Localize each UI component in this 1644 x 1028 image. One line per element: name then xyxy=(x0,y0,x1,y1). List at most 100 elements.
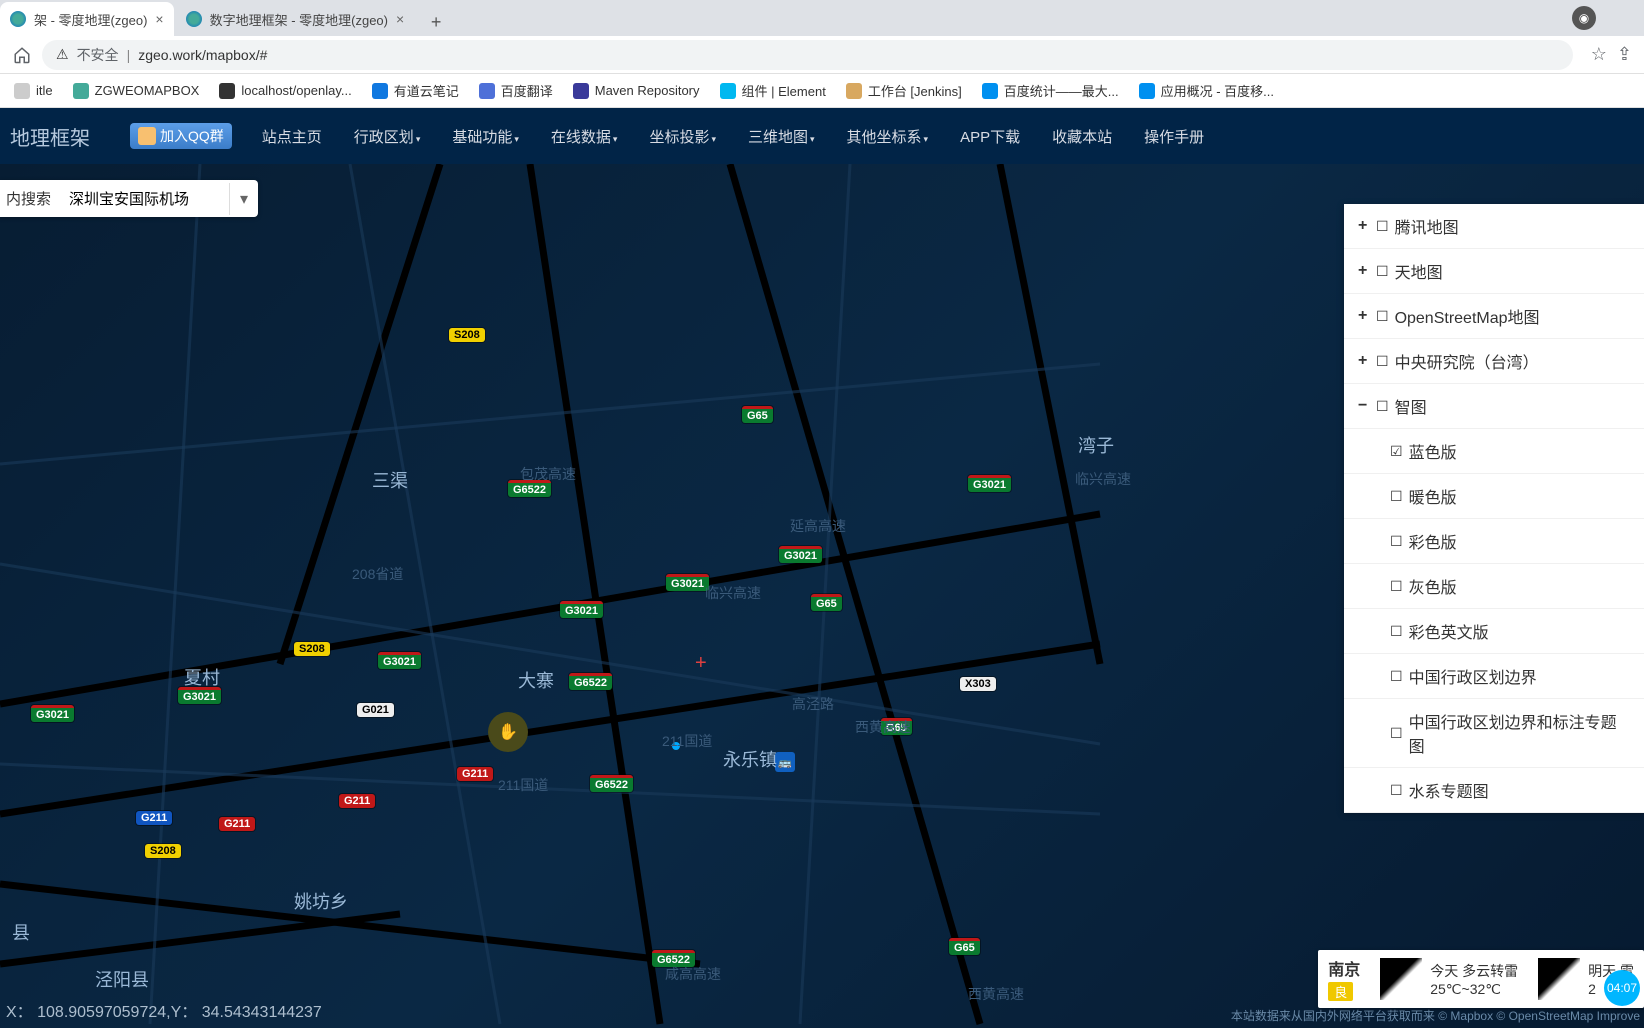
layer-group[interactable]: +☐OpenStreetMap地图 xyxy=(1344,294,1644,339)
brand-text: 地理框架 xyxy=(10,122,90,151)
checkbox-icon[interactable]: ☐ xyxy=(1376,353,1389,370)
map-canvas[interactable]: ✋ + 🚌 S208G65G6522G3021G3021G3021G3021S2… xyxy=(0,164,1644,1028)
layer-option[interactable]: ☐中国行政区划边界和标注专题图 xyxy=(1344,699,1644,768)
checkbox-icon[interactable]: ☐ xyxy=(1390,578,1403,595)
home-icon[interactable] xyxy=(12,45,32,65)
town-label: 泾阳县 xyxy=(95,966,149,992)
bookmark-item[interactable]: 应用概况 - 百度移... xyxy=(1131,77,1282,104)
road-label: 高泾路 xyxy=(792,694,834,714)
nav-三维地图[interactable]: 三维地图▾ xyxy=(748,126,815,147)
new-tab-button[interactable]: + xyxy=(422,8,450,36)
transit-icon: 🚌 xyxy=(775,752,795,772)
nav-其他坐标系[interactable]: 其他坐标系▾ xyxy=(847,126,929,147)
search-input[interactable] xyxy=(59,182,229,215)
nav-基础功能[interactable]: 基础功能▾ xyxy=(452,126,519,147)
bookmark-icon xyxy=(720,83,736,99)
layer-group[interactable]: +☐腾讯地图 xyxy=(1344,204,1644,249)
layer-panel[interactable]: +☐腾讯地图+☐天地图+☐OpenStreetMap地图+☐中央研究院（台湾）−… xyxy=(1344,204,1644,813)
bookmark-item[interactable]: Maven Repository xyxy=(565,79,708,103)
join-qq-button[interactable]: 加入QQ群 xyxy=(130,123,232,149)
chevron-down-icon: ▾ xyxy=(416,134,421,144)
plus-icon[interactable]: + xyxy=(1358,217,1370,235)
highway-shield: G65 xyxy=(811,594,842,611)
weather-widget[interactable]: 南京 良 今天 多云转雷 25℃~32℃ 明天 雷 2 04:07 xyxy=(1318,950,1644,1008)
close-icon[interactable]: × xyxy=(396,11,404,27)
security-text: 不安全 xyxy=(77,45,119,65)
bookmark-item[interactable]: 百度统计——最大... xyxy=(974,77,1127,104)
checkbox-icon[interactable]: ☑ xyxy=(1390,443,1403,460)
bookmark-icon xyxy=(479,83,495,99)
minus-icon[interactable]: − xyxy=(1358,397,1370,415)
plus-icon[interactable]: + xyxy=(1358,307,1370,325)
tab-1[interactable]: 架 - 零度地理(zgeo) × xyxy=(0,2,174,36)
layer-option[interactable]: ☑蓝色版 xyxy=(1344,429,1644,474)
highway-shield: G65 xyxy=(742,406,773,423)
bookmark-item[interactable]: localhost/openlay... xyxy=(211,79,359,103)
highway-shield: G6522 xyxy=(590,775,633,792)
bookmark-item[interactable]: 百度翻译 xyxy=(471,77,561,104)
bookmark-icon xyxy=(219,83,235,99)
layer-option[interactable]: ☐彩色版 xyxy=(1344,519,1644,564)
nav-收藏本站[interactable]: 收藏本站 xyxy=(1052,126,1112,147)
nav-APP下载[interactable]: APP下载 xyxy=(960,126,1020,147)
checkbox-icon[interactable]: ☐ xyxy=(1376,218,1389,235)
bookmark-icon xyxy=(1139,83,1155,99)
layer-group[interactable]: +☐天地图 xyxy=(1344,249,1644,294)
town-label: 大寨 xyxy=(518,667,554,693)
nav-在线数据[interactable]: 在线数据▾ xyxy=(551,126,618,147)
url-bar: ⚠ 不安全 | zgeo.work/mapbox/# ☆ ⇪ xyxy=(0,36,1644,74)
checkbox-icon[interactable]: ☐ xyxy=(1390,533,1403,550)
bookmark-item[interactable]: ZGWEOMAPBOX xyxy=(65,79,208,103)
share-icon[interactable]: ⇪ xyxy=(1617,44,1632,65)
layer-group[interactable]: +☐中央研究院（台湾） xyxy=(1344,339,1644,384)
bookmarks-bar: itleZGWEOMAPBOXlocalhost/openlay...有道云笔记… xyxy=(0,74,1644,108)
highway-shield: X303 xyxy=(960,677,996,691)
bookmark-item[interactable]: 有道云笔记 xyxy=(364,77,467,104)
close-icon[interactable]: × xyxy=(155,11,163,27)
highway-shield: G3021 xyxy=(779,546,822,563)
search-box: 内搜索 ▾ xyxy=(0,180,258,217)
checkbox-icon[interactable]: ☐ xyxy=(1376,263,1389,280)
checkbox-icon[interactable]: ☐ xyxy=(1390,668,1403,685)
bookmark-icon xyxy=(573,83,589,99)
checkbox-icon[interactable]: ☐ xyxy=(1376,308,1389,325)
highway-shield: S208 xyxy=(294,642,330,656)
road-label: 208省道 xyxy=(352,564,403,584)
checkbox-icon[interactable]: ☐ xyxy=(1390,725,1403,742)
nav-站点主页[interactable]: 站点主页 xyxy=(262,126,322,147)
checkbox-icon[interactable]: ☐ xyxy=(1376,398,1389,415)
checkbox-icon[interactable]: ☐ xyxy=(1390,623,1403,640)
nav-坐标投影[interactable]: 坐标投影▾ xyxy=(649,126,716,147)
layer-group[interactable]: −☐智图 xyxy=(1344,384,1644,429)
bookmark-item[interactable]: itle xyxy=(6,79,61,103)
layer-option[interactable]: ☐中国行政区划边界 xyxy=(1344,654,1644,699)
layer-option[interactable]: ☐彩色英文版 xyxy=(1344,609,1644,654)
nav-行政区划[interactable]: 行政区划▾ xyxy=(354,126,421,147)
plus-icon[interactable]: + xyxy=(1358,352,1370,370)
url-input[interactable]: ⚠ 不安全 | zgeo.work/mapbox/# xyxy=(42,40,1573,70)
extension-icon[interactable]: ◉ xyxy=(1572,6,1596,30)
tab-title: 架 - 零度地理(zgeo) xyxy=(34,10,147,29)
tab-favicon xyxy=(186,11,202,27)
coordinates-readout: X： 108.90597059724,Y： 34.54343144237 xyxy=(6,998,322,1022)
checkbox-icon[interactable]: ☐ xyxy=(1390,782,1403,799)
road-label: 211国道 xyxy=(498,775,548,795)
plus-icon[interactable]: + xyxy=(1358,262,1370,280)
layer-option[interactable]: ☐灰色版 xyxy=(1344,564,1644,609)
bookmark-item[interactable]: 组件 | Element xyxy=(712,77,834,104)
highway-shield: G3021 xyxy=(666,574,709,591)
bookmark-item[interactable]: 工作台 [Jenkins] xyxy=(838,77,970,104)
checkbox-icon[interactable]: ☐ xyxy=(1390,488,1403,505)
layer-option[interactable]: ☐水系专题图 xyxy=(1344,768,1644,813)
bookmark-star-icon[interactable]: ☆ xyxy=(1591,44,1607,65)
search-label: 内搜索 xyxy=(0,180,59,217)
nav-操作手册[interactable]: 操作手册 xyxy=(1144,126,1204,147)
clock-badge: 04:07 xyxy=(1604,970,1640,1006)
weather-aqi: 良 xyxy=(1328,982,1353,1001)
search-dropdown-toggle[interactable]: ▾ xyxy=(229,183,258,215)
weather-today-icon xyxy=(1380,958,1422,1000)
layer-option[interactable]: ☐暖色版 xyxy=(1344,474,1644,519)
tab-2[interactable]: 数字地理框架 - 零度地理(zgeo) × xyxy=(176,2,415,36)
weather-city: 南京 xyxy=(1328,956,1360,980)
road-label: 咸高高速 xyxy=(665,964,721,984)
